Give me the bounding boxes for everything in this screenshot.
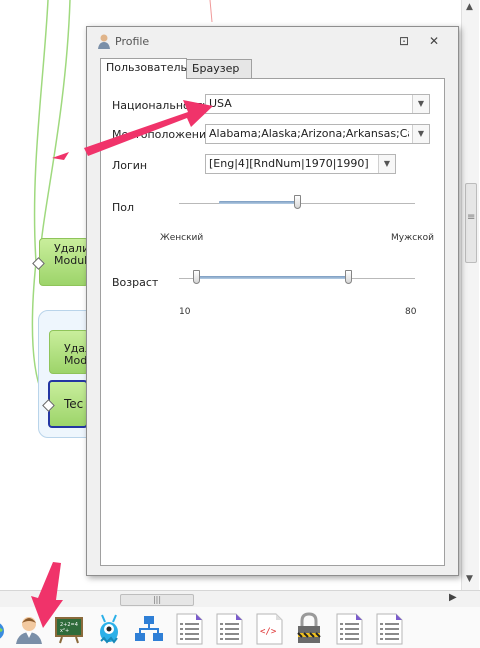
gender-min-label: Женский (160, 233, 204, 243)
restore-icon[interactable]: ⊡ (397, 35, 411, 47)
slider-thumb-min[interactable] (192, 270, 200, 284)
scroll-down-arrow-icon[interactable]: ▼ (466, 574, 473, 584)
age-min-label: 10 (179, 307, 191, 317)
svg-text:</>: </> (260, 627, 277, 637)
slider-fill (195, 276, 348, 279)
vertical-scrollbar[interactable]: ▲ ▼ (461, 0, 479, 590)
age-max-label: 80 (405, 307, 417, 317)
code-document-icon[interactable]: </> (252, 611, 286, 645)
lock-icon[interactable] (292, 611, 326, 645)
mindmap-node[interactable]: Удали Module (39, 238, 89, 286)
user-profile-icon[interactable] (12, 611, 46, 645)
dialog-title: Profile (115, 35, 150, 48)
list-document-icon[interactable] (372, 611, 406, 645)
age-label: Возраст (112, 276, 159, 289)
svg-text:x²+: x²+ (60, 628, 69, 634)
login-select[interactable]: [Eng|4][RndNum|1970|1990] ▼ (205, 154, 396, 174)
tab-user[interactable]: Пользователь (100, 58, 187, 79)
user-tab-panel: Национальность USA ▼ Местоположение Alab… (100, 78, 445, 566)
dialog-titlebar[interactable]: Profile ⊡ ✕ (87, 27, 458, 55)
mindmap-node[interactable]: Удал Modu (49, 330, 89, 374)
list-document-icon[interactable] (332, 611, 366, 645)
chevron-down-icon[interactable]: ▼ (378, 155, 395, 173)
node-subtext: Modu (64, 354, 88, 367)
node-subtext: Module (54, 254, 88, 267)
horizontal-scrollbar[interactable]: ||| ▶ (0, 590, 480, 608)
user-icon (96, 33, 112, 49)
close-icon[interactable]: ✕ (427, 35, 441, 47)
globe-icon[interactable] (0, 611, 12, 645)
nationality-value: USA (209, 97, 232, 110)
location-select[interactable]: Alabama;Alaska;Arizona;Arkansas;Californ… (205, 124, 430, 144)
scroll-right-arrow-icon[interactable]: ▶ (449, 592, 457, 603)
nationality-select[interactable]: USA ▼ (205, 94, 430, 114)
slider-fill (219, 201, 297, 204)
scroll-thumb[interactable]: ||| (120, 594, 194, 606)
list-document-icon[interactable] (172, 611, 206, 645)
scroll-up-arrow-icon[interactable]: ▲ (466, 2, 473, 12)
location-value: Alabama;Alaska;Arizona;Arkansas;Californ… (209, 127, 409, 140)
slider-thumb-max[interactable] (344, 270, 352, 284)
location-label: Местоположение (112, 128, 213, 141)
tab-browser[interactable]: Браузер (186, 59, 252, 78)
node-text: Tec (64, 397, 84, 411)
list-document-icon[interactable] (212, 611, 246, 645)
nationality-label: Национальность (112, 99, 209, 112)
login-label: Логин (112, 159, 148, 172)
profile-dialog: Profile ⊡ ✕ Пользователь Браузер Национа… (86, 26, 459, 576)
bottom-toolbar: 2+2=4 x²+ </> (0, 607, 480, 648)
login-value: [Eng|4][RndNum|1970|1990] (209, 157, 369, 170)
scroll-thumb[interactable] (465, 183, 477, 263)
chalkboard-icon[interactable]: 2+2=4 x²+ (52, 611, 86, 645)
slider-thumb[interactable] (294, 195, 301, 209)
chevron-down-icon[interactable]: ▼ (412, 125, 429, 143)
gender-max-label: Мужской (391, 233, 434, 243)
network-icon[interactable] (132, 611, 166, 645)
chevron-down-icon[interactable]: ▼ (412, 95, 429, 113)
monster-icon[interactable] (92, 611, 126, 645)
gender-label: Пол (112, 201, 135, 214)
